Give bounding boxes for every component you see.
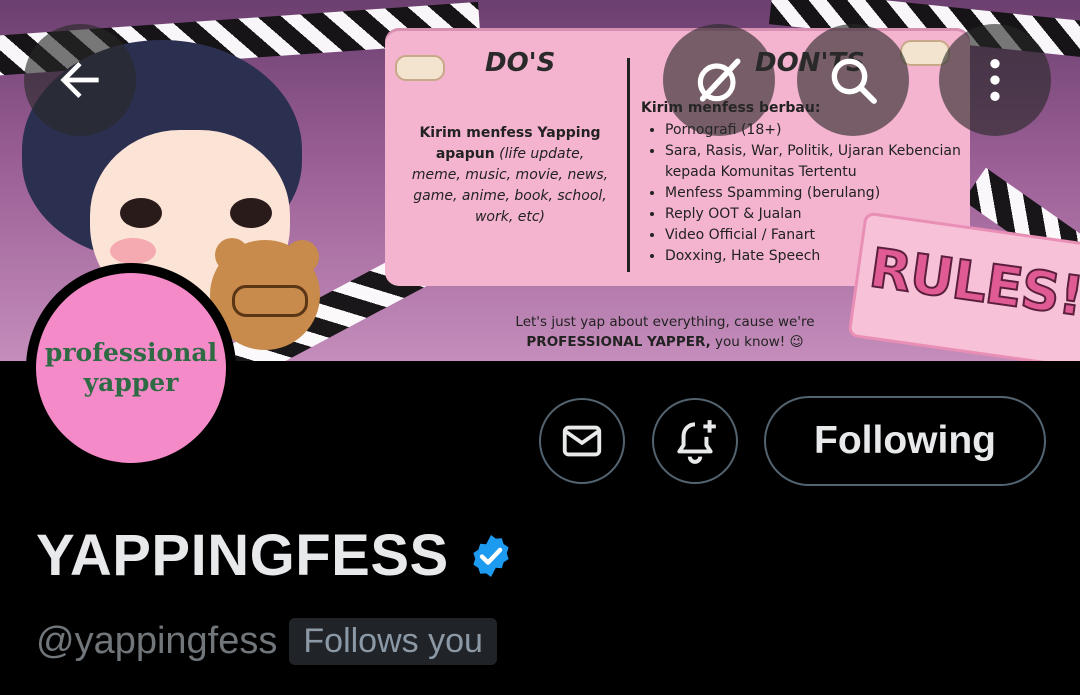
back-button[interactable] [24,24,136,136]
dos-text: Kirim menfess Yapping apapun (life updat… [410,123,610,228]
tagline-end: you know! 😉 [710,334,804,350]
display-name-row: YAPPINGFESS [36,522,515,589]
banner-tagline: Let's just yap about everything, cause w… [470,312,860,352]
grok-icon [697,58,741,102]
more-vertical-icon [990,59,1000,101]
chibi-eye [230,198,272,228]
following-button[interactable]: Following [764,396,1046,486]
notifications-button[interactable] [652,398,738,484]
donts-item: Menfess Spamming (berulang) [665,183,975,204]
follows-you-badge: Follows you [289,618,497,665]
search-button[interactable] [797,24,909,136]
rules-label: RULES! [865,235,1080,329]
grok-button[interactable] [663,24,775,136]
more-button[interactable] [939,24,1051,136]
chibi-eye [120,198,162,228]
avatar-image: professional yapper [36,273,226,463]
envelope-icon [562,425,602,457]
profile-handle: @yappingfess [36,620,278,662]
bear-glasses [232,285,308,317]
tagline-text: Let's just yap about everything, cause w… [515,314,815,330]
avatar-text-line2: yapper [83,368,179,397]
verified-badge-icon[interactable] [467,532,515,580]
profile-avatar[interactable]: professional yapper [26,263,236,473]
handle-row: @yappingfess Follows you [36,618,497,665]
display-name: YAPPINGFESS [36,523,449,588]
bell-plus-icon [677,420,716,464]
message-button[interactable] [539,398,625,484]
tagline-bold: PROFESSIONAL YAPPER, [526,334,711,350]
board-divider [627,58,630,272]
donts-item: Sara, Rasis, War, Politik, Ujaran Kebenc… [665,141,975,183]
avatar-text-line1: professional [44,338,218,367]
arrow-left-icon [60,62,99,98]
rope-knot [395,55,445,81]
chibi-blush [110,238,156,264]
dos-heading: DO'S [485,48,556,78]
search-icon [831,58,877,104]
